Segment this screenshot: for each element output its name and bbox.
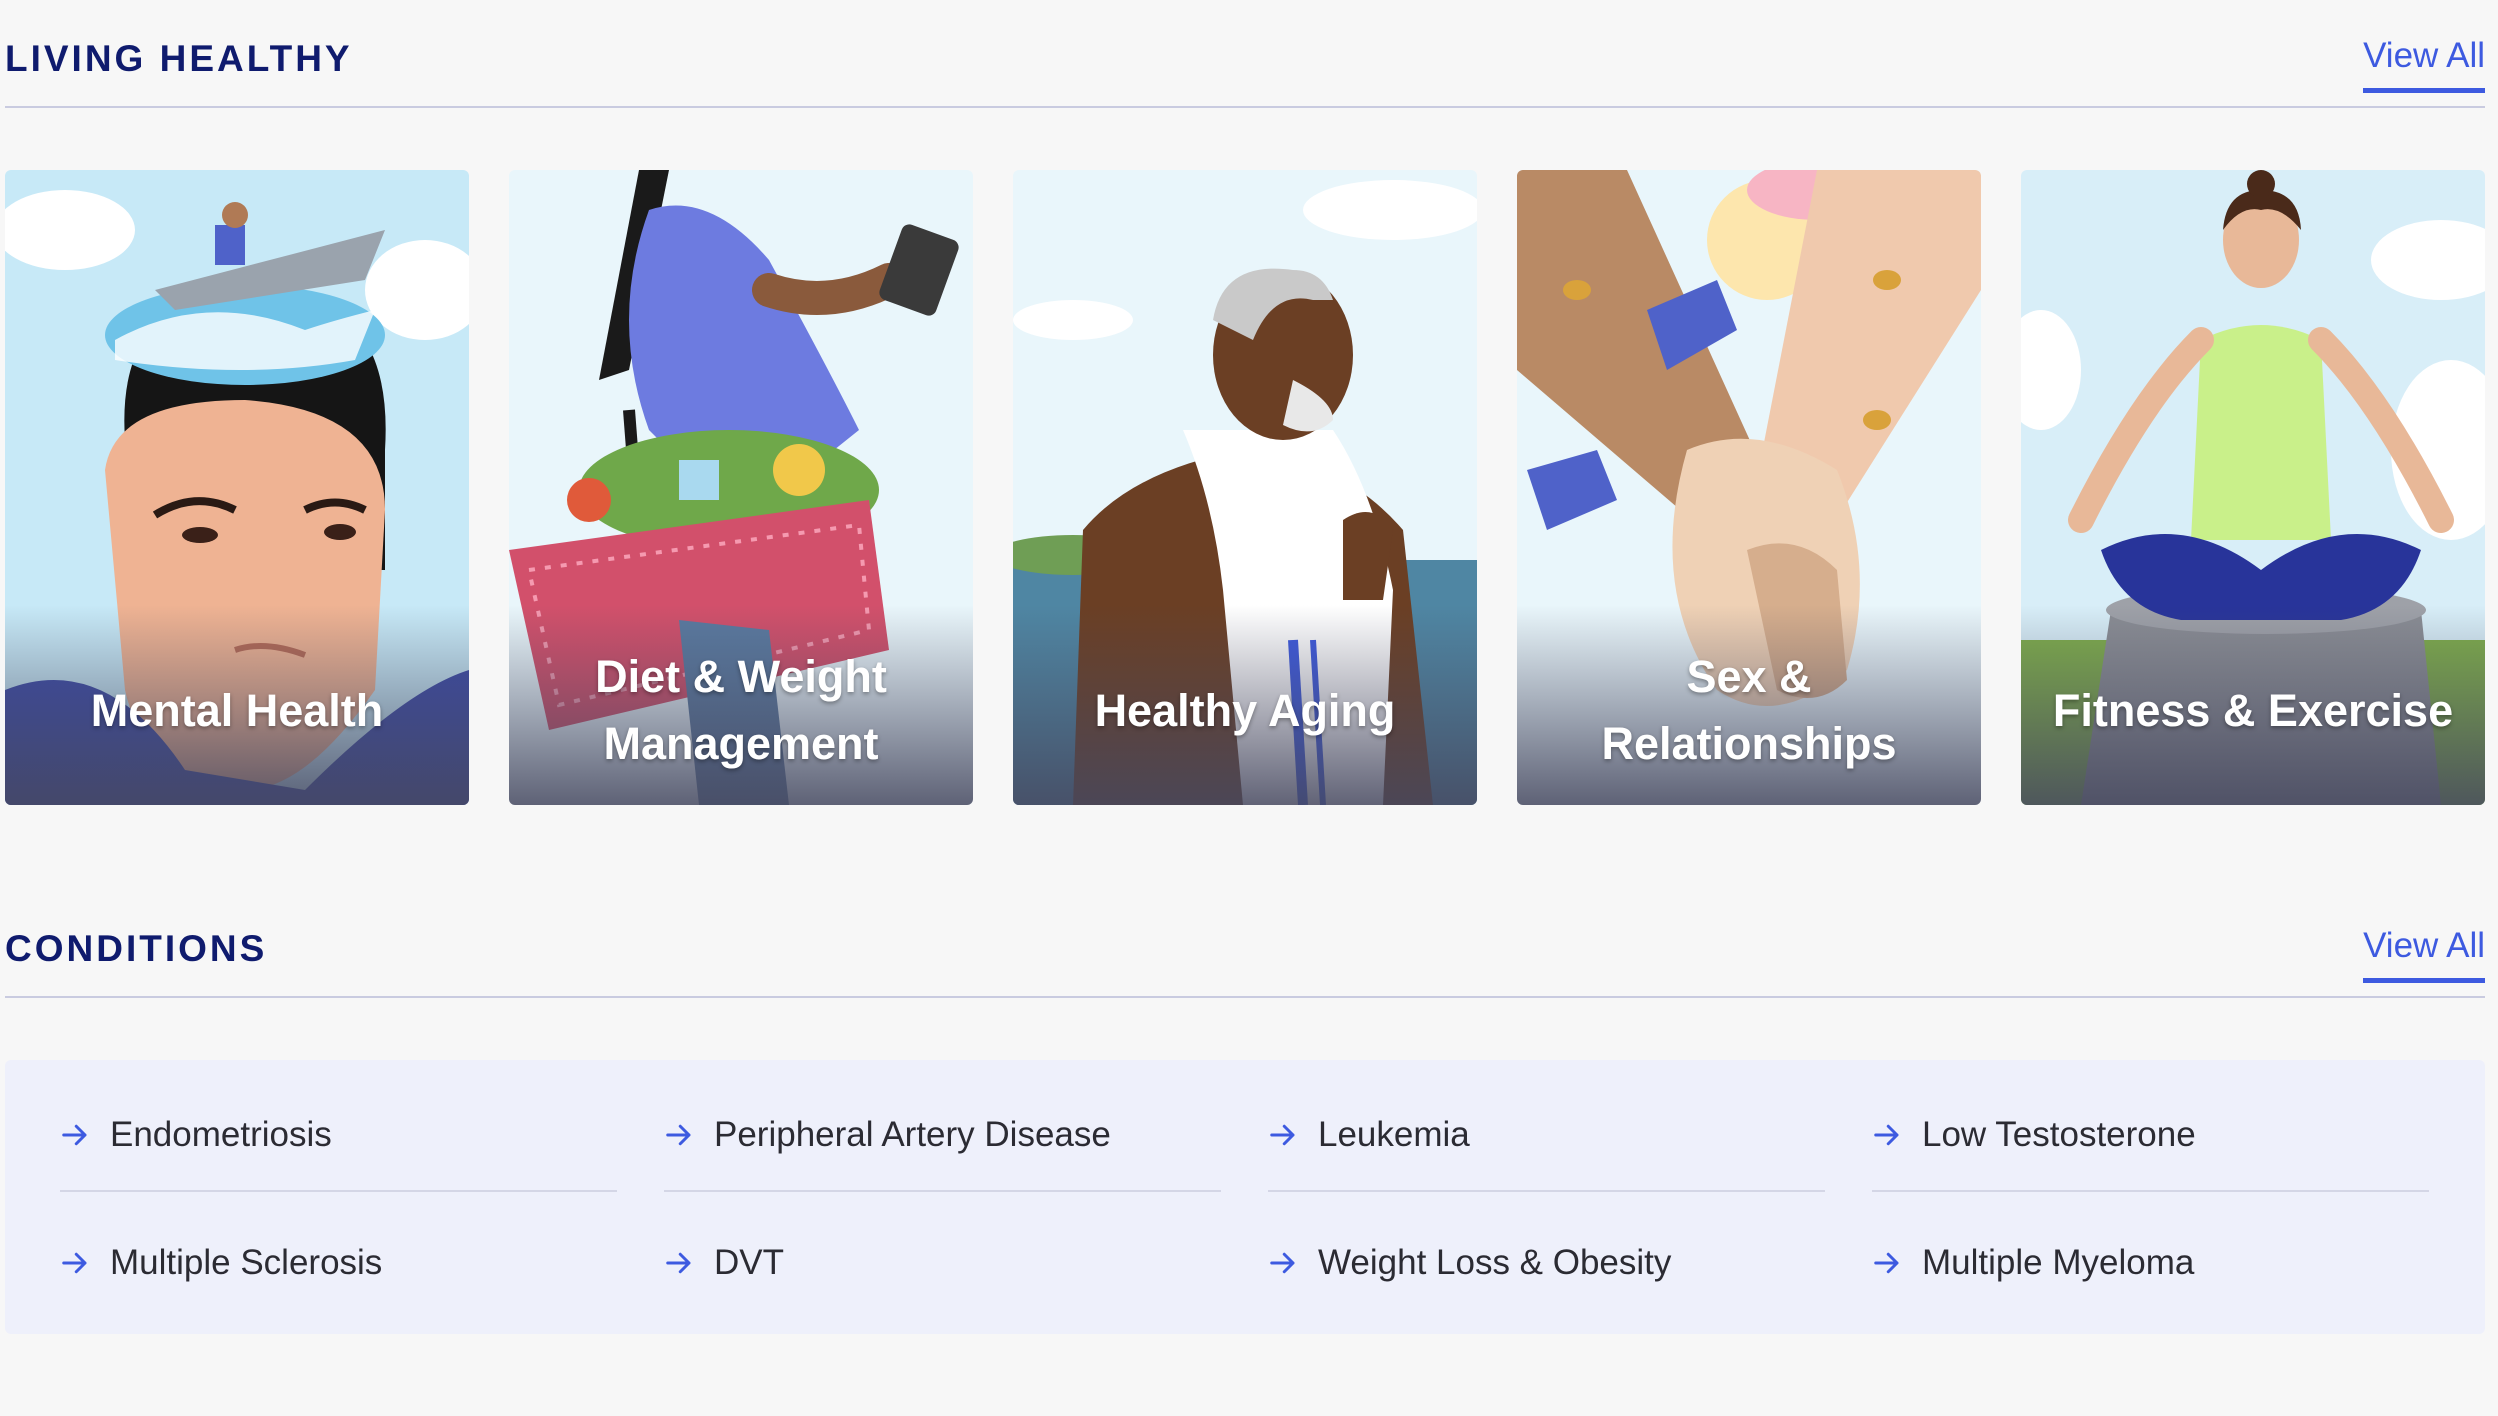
condition-link-dvt[interactable]: DVT — [664, 1208, 1221, 1318]
condition-label: Multiple Myeloma — [1922, 1243, 2195, 1282]
condition-link-leukemia[interactable]: Leukemia — [1268, 1080, 1825, 1192]
card-label: Mental Health — [90, 684, 384, 736]
conditions-panel: Endometriosis Peripheral Artery Disease … — [5, 1060, 2485, 1334]
conditions-view-all-link[interactable]: View All — [2363, 926, 2485, 983]
card-mental-health[interactable]: Mental Health — [5, 170, 469, 805]
conditions-title: CONDITIONS — [5, 928, 268, 969]
condition-label: Leukemia — [1318, 1115, 1470, 1154]
arrow-right-icon — [1270, 1124, 1295, 1146]
card-healthy-aging[interactable]: Healthy Aging — [1013, 170, 1477, 805]
living-healthy-title: LIVING HEALTHY — [5, 38, 353, 79]
card-sex-relationships[interactable]: Sex & Relationships — [1517, 170, 1981, 805]
arrow-right-icon — [1270, 1252, 1295, 1274]
card-label: Sex & Relationships — [1601, 651, 1897, 769]
condition-link-low-testosterone[interactable]: Low Testosterone — [1872, 1080, 2429, 1192]
arrow-right-icon — [62, 1252, 87, 1274]
living-healthy-view-all-link[interactable]: View All — [2363, 36, 2485, 93]
conditions-header: CONDITIONS View All — [5, 890, 2485, 998]
card-label: Diet & Weight Management — [595, 651, 887, 769]
condition-link-endometriosis[interactable]: Endometriosis — [60, 1080, 617, 1192]
arrow-right-icon — [62, 1124, 87, 1146]
condition-label: Weight Loss & Obesity — [1318, 1243, 1672, 1282]
card-label: Fitness & Exercise — [2052, 684, 2454, 736]
living-healthy-cards: Mental Health Diet & Weight Management H… — [5, 170, 2485, 805]
living-healthy-header: LIVING HEALTHY View All — [5, 0, 2485, 108]
card-diet-weight-management[interactable]: Diet & Weight Management — [509, 170, 973, 805]
condition-label: DVT — [714, 1243, 784, 1282]
arrow-right-icon — [666, 1252, 691, 1274]
condition-link-weight-loss-obesity[interactable]: Weight Loss & Obesity — [1268, 1208, 1825, 1318]
condition-link-multiple-myeloma[interactable]: Multiple Myeloma — [1872, 1208, 2429, 1318]
condition-label: Peripheral Artery Disease — [714, 1115, 1111, 1154]
condition-label: Low Testosterone — [1922, 1115, 2196, 1154]
arrow-right-icon — [1874, 1124, 1899, 1146]
arrow-right-icon — [1874, 1252, 1899, 1274]
condition-link-peripheral-artery-disease[interactable]: Peripheral Artery Disease — [664, 1080, 1221, 1192]
condition-link-multiple-sclerosis[interactable]: Multiple Sclerosis — [60, 1208, 617, 1318]
card-fitness-exercise[interactable]: Fitness & Exercise — [2021, 170, 2485, 805]
condition-label: Multiple Sclerosis — [110, 1243, 383, 1282]
arrow-right-icon — [666, 1124, 691, 1146]
card-label: Healthy Aging — [1094, 684, 1396, 736]
condition-label: Endometriosis — [110, 1115, 332, 1154]
